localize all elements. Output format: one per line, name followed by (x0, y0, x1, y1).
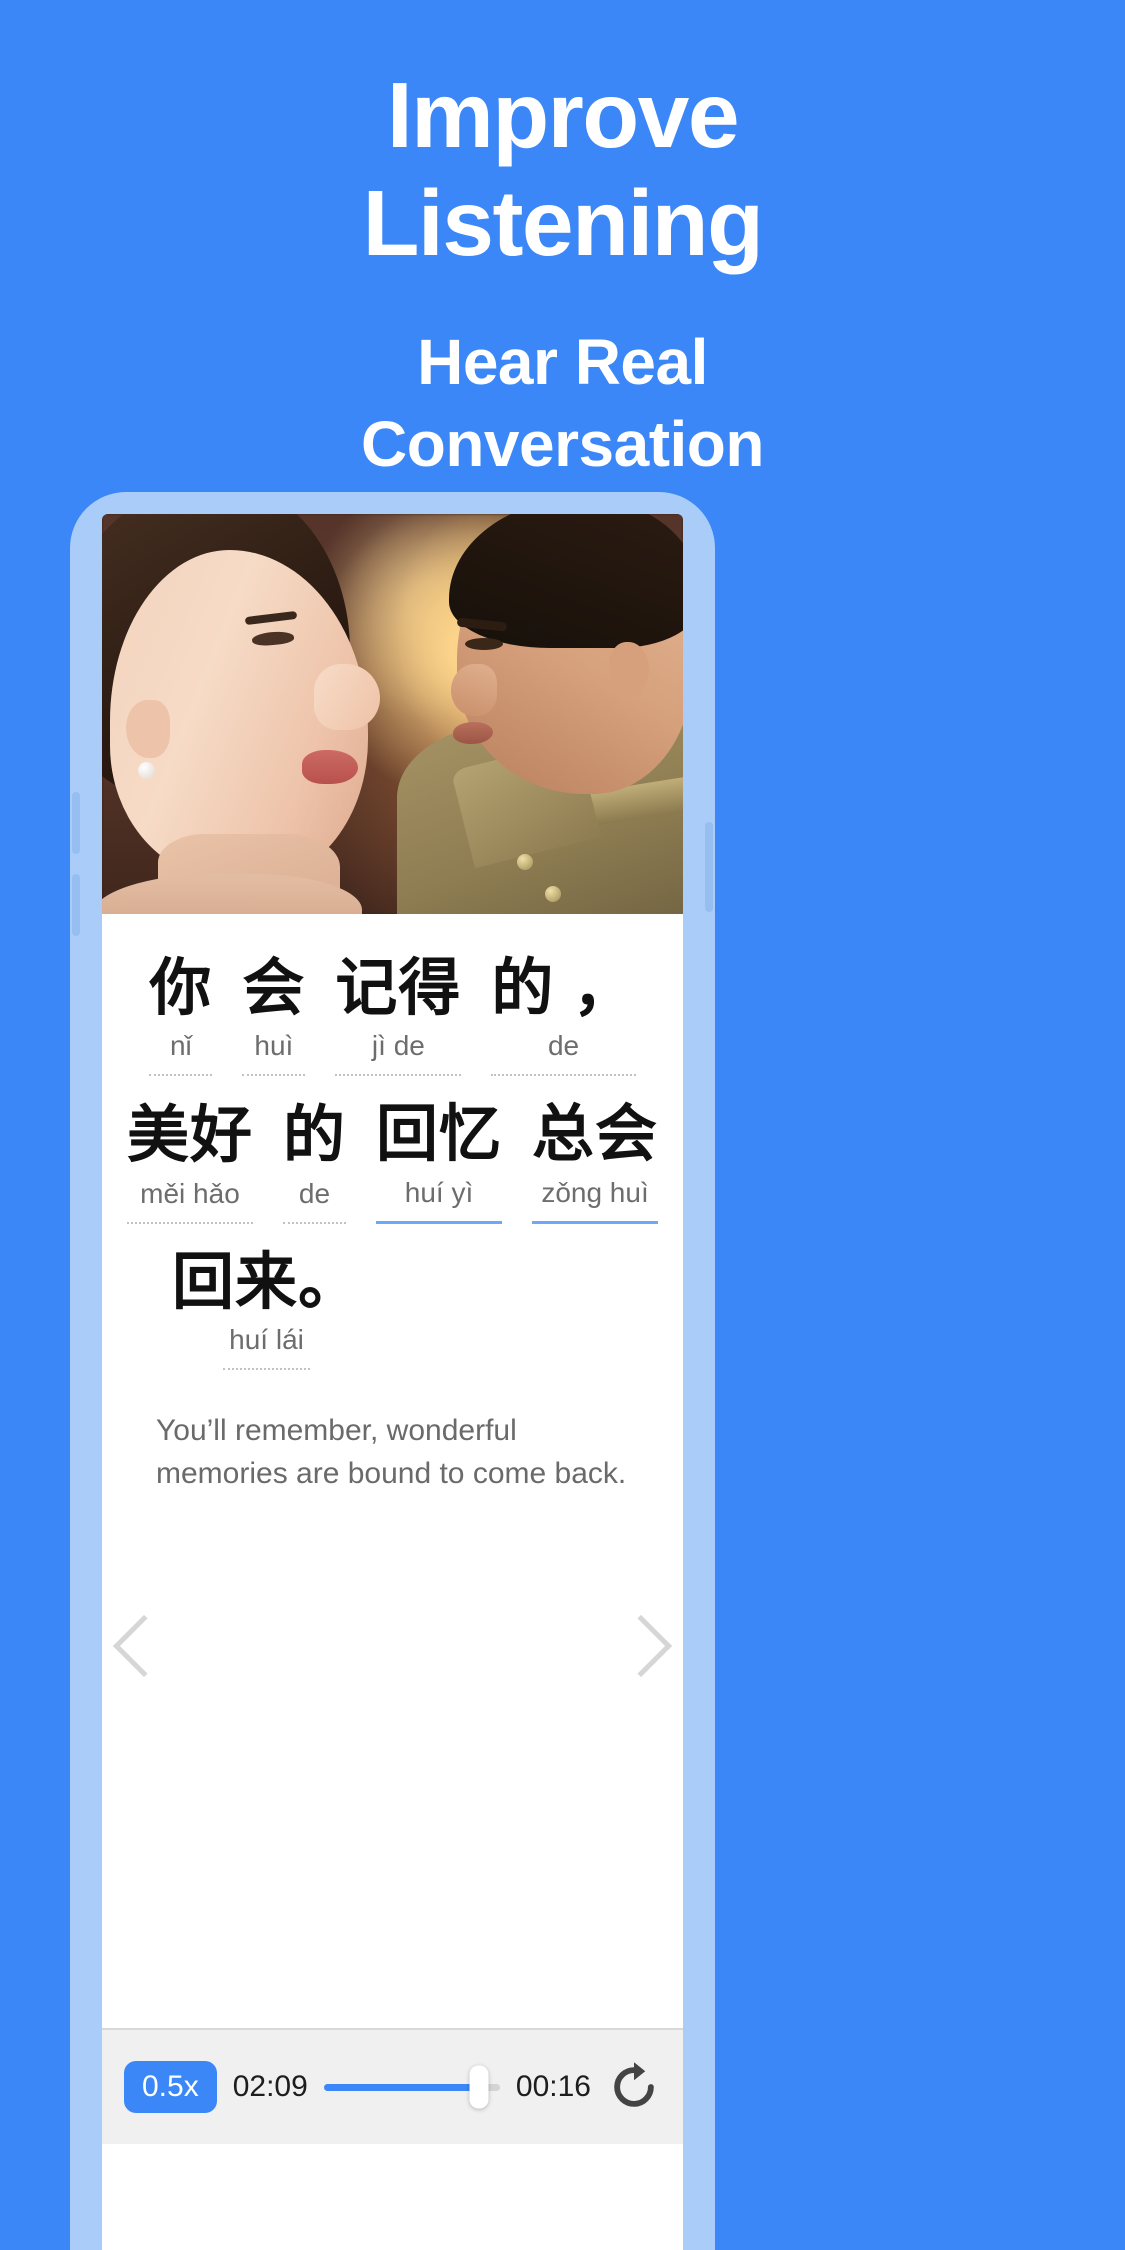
subtitle-line: 你 nǐ 会 huì 记得 jì de 的 ， de (102, 954, 683, 1077)
elapsed-time-label: 02:09 (232, 2070, 308, 2103)
hero-section: Improve Listening Hear Real Conversation (0, 0, 1125, 486)
woman-earring (138, 762, 155, 779)
audio-player-bar: 0.5x 02:09 00:16 (102, 2028, 683, 2144)
hanzi-text: 记得 (335, 954, 462, 1023)
subtitle-word[interactable]: 回来。 huí lái (172, 1247, 362, 1371)
volume-up-button[interactable] (72, 792, 80, 854)
translation-text: You’ll remember, wonderful memories are … (156, 1414, 627, 1490)
woman-ear (126, 700, 170, 758)
page-title-line-1: Improve (386, 63, 740, 167)
page-subtitle-line-1: Hear Real (417, 325, 708, 398)
pinyin-text: huí lái (223, 1317, 310, 1371)
progress-thumb[interactable] (469, 2065, 489, 2109)
subtitle-card: 你 nǐ 会 huì 记得 jì de 的 ， de 美好 měi hǎo 的 … (102, 914, 683, 2144)
hanzi-text: 会 (242, 954, 306, 1023)
man-nose (451, 664, 497, 716)
subtitle-word[interactable]: 的 ， de (491, 954, 636, 1077)
page-subtitle-line-2: Conversation (361, 407, 764, 480)
pinyin-text: huì (242, 1023, 306, 1077)
pinyin-text: měi hǎo (126, 1171, 253, 1224)
pinyin-text-highlighted: zǒng huì (532, 1170, 659, 1224)
replay-icon[interactable] (607, 2060, 661, 2114)
subtitle-word[interactable]: 美好 měi hǎo (126, 1101, 253, 1224)
hanzi-text: 的 (282, 1101, 346, 1171)
hanzi-text: 的 ， (491, 954, 636, 1023)
page-title-line-2: Listening (362, 170, 764, 275)
subtitle-word[interactable]: 会 huì (242, 954, 306, 1077)
hanzi-text: 美好 (126, 1101, 253, 1171)
woman-nose (314, 664, 380, 730)
woman-lips (302, 750, 358, 784)
man-ear (609, 642, 649, 696)
pinyin-text: nǐ (149, 1023, 213, 1077)
phone-mockup: 你 nǐ 会 huì 记得 jì de 的 ， de 美好 měi hǎo 的 … (70, 492, 715, 2250)
playback-speed-button[interactable]: 0.5x (124, 2061, 217, 2113)
subtitle-word[interactable]: 你 nǐ (149, 954, 213, 1077)
hanzi-text: 回忆 (376, 1100, 503, 1170)
hanzi-text: 回来。 (172, 1247, 362, 1317)
phone-screen: 你 nǐ 会 huì 记得 jì de 的 ， de 美好 měi hǎo 的 … (102, 514, 683, 2250)
subtitle-word[interactable]: 记得 jì de (335, 954, 462, 1077)
chevron-left-icon[interactable] (112, 1614, 176, 1678)
page-title: Improve Listening (0, 62, 1125, 278)
progress-slider[interactable] (323, 2065, 500, 2109)
pinyin-text: de (282, 1171, 346, 1224)
subtitle-line: 美好 měi hǎo 的 de 回忆 huí yì 总会 zǒng huì (102, 1100, 683, 1224)
man-uniform-button (517, 854, 533, 870)
subtitle-word[interactable]: 的 de (282, 1101, 346, 1224)
pinyin-text-highlighted: huí yì (376, 1170, 503, 1224)
subtitle-word[interactable]: 总会 zǒng huì (532, 1100, 659, 1224)
man-eye (465, 638, 503, 650)
subtitle-line: 回来。 huí lái (102, 1247, 683, 1371)
hanzi-text: 总会 (532, 1100, 659, 1170)
chevron-right-icon[interactable] (609, 1614, 673, 1678)
subtitle-word[interactable]: 回忆 huí yì (376, 1100, 503, 1224)
pinyin-text: de (491, 1023, 636, 1077)
power-button[interactable] (705, 822, 713, 912)
man-uniform-button (545, 886, 561, 902)
pinyin-text: jì de (335, 1023, 462, 1077)
video-player[interactable] (102, 514, 683, 914)
hanzi-text: 你 (149, 954, 213, 1023)
progress-fill (323, 2083, 479, 2091)
volume-down-button[interactable] (72, 874, 80, 936)
page-subtitle: Hear Real Conversation (0, 322, 1125, 486)
remaining-time-label: 00:16 (515, 2070, 591, 2103)
